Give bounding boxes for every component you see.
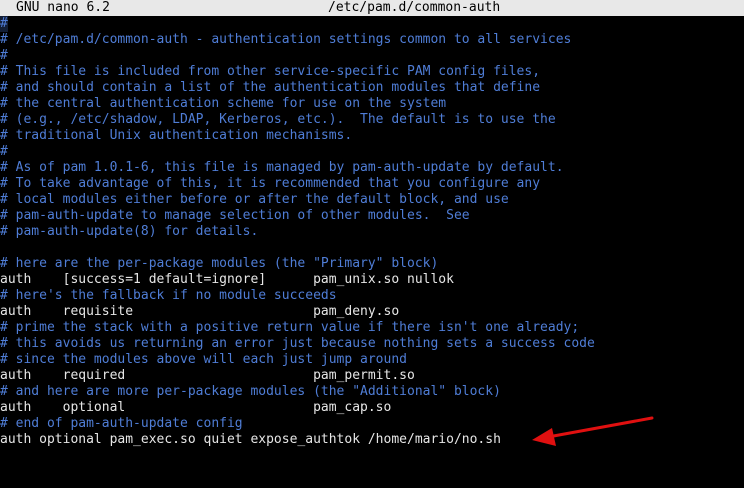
- comment-line: #: [0, 16, 8, 31]
- comment-line: # here are the per-package modules (the …: [0, 256, 439, 271]
- config-line: auth required pam_permit.so: [0, 368, 415, 383]
- comment-line: # local modules either before or after t…: [0, 192, 509, 207]
- editor-text-area[interactable]: # # /etc/pam.d/common-auth - authenticati…: [0, 16, 744, 488]
- comment-line: # pam-auth-update(8) for details.: [0, 224, 259, 239]
- comment-line: # end of pam-auth-update config: [0, 416, 243, 431]
- comment-line: # the central authentication scheme for …: [0, 96, 447, 111]
- app-name: GNU nano 6.2: [16, 0, 110, 15]
- config-line: auth requisite pam_deny.so: [0, 304, 400, 319]
- comment-line: #: [0, 48, 8, 63]
- config-line: auth optional pam_exec.so quiet expose_a…: [0, 432, 501, 447]
- config-line: auth optional pam_cap.so: [0, 400, 392, 415]
- comment-line: # To take advantage of this, it is recom…: [0, 176, 541, 191]
- comment-line: #: [0, 144, 8, 159]
- comment-line: # this avoids us returning an error just…: [0, 336, 595, 351]
- comment-line: # prime the stack with a positive return…: [0, 320, 580, 335]
- comment-line: # This file is included from other servi…: [0, 64, 541, 79]
- comment-line: # As of pam 1.0.1-6, this file is manage…: [0, 160, 564, 175]
- comment-line: # and here are more per-package modules …: [0, 384, 501, 399]
- comment-line: # and should contain a list of the authe…: [0, 80, 541, 95]
- file-name: /etc/pam.d/common-auth: [328, 0, 501, 15]
- text-cursor: [0, 16, 8, 32]
- comment-line: # here's the fallback if no module succe…: [0, 288, 337, 303]
- config-line: [0, 240, 744, 256]
- comment-line: # /etc/pam.d/common-auth - authenticatio…: [0, 32, 572, 47]
- comment-line: # (e.g., /etc/shadow, LDAP, Kerberos, et…: [0, 112, 556, 127]
- title-bar: GNU nano 6.2 /etc/pam.d/common-auth: [0, 0, 744, 16]
- config-line: auth [success=1 default=ignore] pam_unix…: [0, 272, 454, 287]
- comment-line: # since the modules above will each just…: [0, 352, 407, 367]
- comment-line: # pam-auth-update to manage selection of…: [0, 208, 470, 223]
- comment-line: # traditional Unix authentication mechan…: [0, 128, 353, 143]
